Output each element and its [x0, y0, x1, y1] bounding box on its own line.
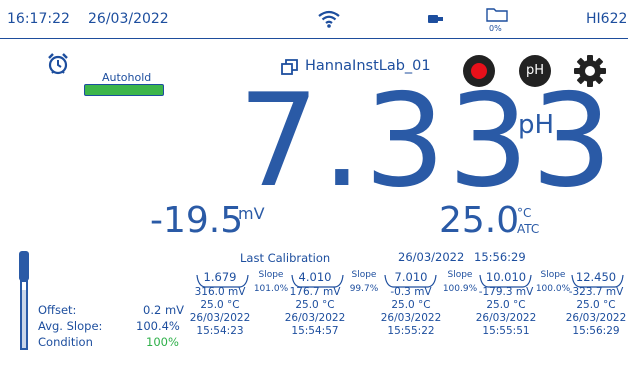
condition-label: Condition [38, 335, 93, 349]
buffer-value: 12.450 [575, 270, 617, 284]
buffer-temp: 25.0 °C [486, 299, 526, 311]
buffer-date: 26/03/2022 [475, 312, 537, 324]
buffer-temp: 25.0 °C [391, 299, 431, 311]
buffer-date: 26/03/2022 [189, 312, 251, 324]
storage-percent: 0% [489, 24, 502, 33]
buffer-time: 15:55:51 [482, 325, 530, 337]
buffer-date: 26/03/2022 [565, 312, 627, 324]
buffer-mv: -179.3 mV [478, 286, 534, 298]
buffer-value: 10.010 [485, 270, 527, 284]
ph-unit: pH [518, 110, 555, 140]
model-name: HI6221 [586, 11, 628, 27]
buffer-mv: -0.3 mV [390, 286, 432, 298]
folder-icon [486, 8, 508, 22]
usb-icon [428, 15, 443, 23]
buffer-temp: 25.0 °C [295, 299, 335, 311]
last-calibration-title: Last Calibration [240, 251, 331, 265]
mv-reading: -19.5 [150, 200, 244, 241]
buffer-mv: -323.7 mV [568, 286, 624, 298]
buffer-value: 4.010 [298, 270, 332, 284]
buffer-time: 15:56:29 [572, 325, 620, 337]
alarm-clock-icon[interactable] [46, 52, 70, 76]
calibration-buffer-2: 4.010 176.7 mV 25.0 °C 26/03/2022 15:54:… [280, 270, 350, 338]
wifi-icon [318, 10, 340, 28]
status-bar: 16:17:22 26/03/2022 0% HI6221 [0, 0, 628, 39]
buffer-mv: 176.7 mV [289, 286, 341, 298]
offset-value: 0.2 mV [143, 303, 185, 317]
autohold-bar[interactable] [84, 84, 164, 96]
calibration-buffer-4: 10.010 -179.3 mV 25.0 °C 26/03/2022 15:5… [471, 270, 541, 338]
calibration-time: 15:56:29 [474, 250, 526, 264]
buffer-date: 26/03/2022 [380, 312, 442, 324]
temperature-unit: °C [517, 206, 532, 220]
buffer-temp: 25.0 °C [576, 299, 616, 311]
buffer-value: 1.679 [203, 270, 237, 284]
status-time: 16:17:22 [7, 11, 70, 27]
temperature-mode: ATC [517, 222, 540, 236]
calibration-date: 26/03/2022 [398, 250, 465, 264]
avg-slope-label: Avg. Slope: [38, 319, 103, 333]
avg-slope-value: 100.4% [136, 319, 180, 333]
calibration-buffer-5: 12.450 -323.7 mV 25.0 °C 26/03/2022 15:5… [561, 270, 628, 338]
calibration-buffer-1: 1.679 316.0 mV 25.0 °C 26/03/2022 15:54:… [185, 270, 255, 338]
buffer-time: 15:55:22 [387, 325, 435, 337]
calibration-buffer-3: 7.010 -0.3 mV 25.0 °C 26/03/2022 15:55:2… [376, 270, 446, 338]
buffer-value: 7.010 [394, 270, 428, 284]
buffer-date: 26/03/2022 [284, 312, 346, 324]
probe-icon [19, 251, 29, 350]
autohold-label: Autohold [102, 71, 152, 84]
condition-value: 100% [146, 335, 179, 349]
mv-unit: mV [238, 204, 265, 223]
buffer-time: 15:54:57 [291, 325, 339, 337]
ph-reading: 7.333 [238, 67, 615, 216]
buffer-time: 15:54:23 [196, 325, 244, 337]
offset-label: Offset: [38, 303, 77, 317]
buffer-mv: 316.0 mV [194, 286, 246, 298]
buffer-temp: 25.0 °C [200, 299, 240, 311]
temperature-reading: 25.0 [439, 200, 520, 241]
status-date: 26/03/2022 [88, 11, 169, 27]
